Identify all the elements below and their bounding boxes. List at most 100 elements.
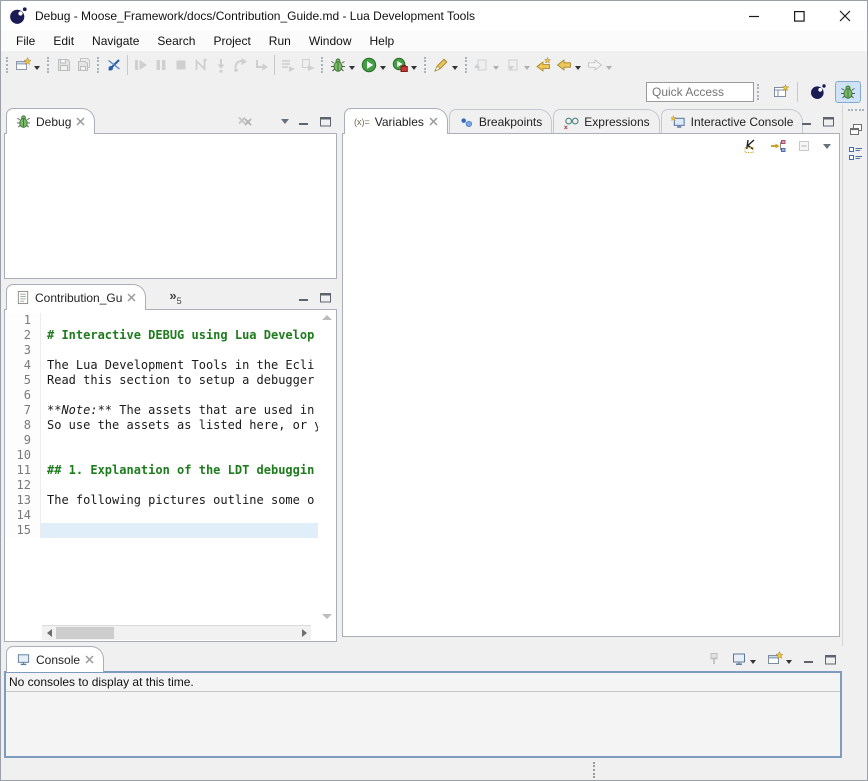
perspective-lua-button[interactable] <box>805 81 831 103</box>
view-menu-icon[interactable] <box>823 144 831 149</box>
terminate-button[interactable] <box>171 54 191 76</box>
line-number[interactable]: 8 <box>5 418 41 433</box>
trim-drag-handle[interactable] <box>848 109 864 111</box>
view-menu-icon[interactable] <box>281 119 289 124</box>
line-number[interactable]: 13 <box>5 493 41 508</box>
maximize-view-icon[interactable] <box>824 653 837 666</box>
save-all-button[interactable] <box>74 54 94 76</box>
close-icon[interactable] <box>429 117 438 126</box>
menu-item-navigate[interactable]: Navigate <box>83 32 148 50</box>
external-tools-button[interactable] <box>390 54 421 76</box>
line-number[interactable]: 9 <box>5 433 41 448</box>
toolbar-drag-handle[interactable] <box>97 57 101 73</box>
step-over-button[interactable] <box>231 54 251 76</box>
quick-access-input[interactable] <box>646 82 754 102</box>
minimize-view-icon[interactable] <box>801 115 813 127</box>
collapse-all-icon[interactable] <box>797 139 812 154</box>
editor-line[interactable]: 14 <box>5 508 318 523</box>
menu-item-edit[interactable]: Edit <box>44 32 83 50</box>
instruction-stepping-button[interactable] <box>298 54 318 76</box>
line-number[interactable]: 14 <box>5 508 41 523</box>
restore-view-button[interactable] <box>845 119 867 141</box>
save-button[interactable] <box>54 54 74 76</box>
skip-all-breakpoints-button[interactable] <box>104 54 124 76</box>
minimize-view-icon[interactable] <box>298 291 310 303</box>
toolbar-drag-handle[interactable] <box>321 57 325 73</box>
line-number[interactable]: 15 <box>5 523 41 538</box>
close-window-button[interactable] <box>822 2 867 31</box>
editor-line[interactable]: 2# Interactive DEBUG using Lua Develop <box>5 328 318 343</box>
menu-item-file[interactable]: File <box>7 32 44 50</box>
editor-line[interactable]: 7**Note:** The assets that are used in <box>5 403 318 418</box>
status-bar-drag-handle[interactable] <box>593 762 595 778</box>
maximize-view-icon[interactable] <box>822 115 835 128</box>
line-number[interactable]: 5 <box>5 373 41 388</box>
scrollbar-track[interactable] <box>56 626 297 640</box>
scroll-left-icon[interactable] <box>42 626 56 640</box>
display-selected-console-button[interactable] <box>731 648 758 670</box>
minimize-window-button[interactable] <box>732 2 777 31</box>
forward-button[interactable] <box>585 54 616 76</box>
editor-line[interactable]: 1 <box>5 313 318 328</box>
tab-variables[interactable]: (x)= Variables <box>344 108 448 134</box>
next-annotation-dropdown[interactable] <box>524 66 530 70</box>
external-tools-dropdown[interactable] <box>411 66 417 70</box>
mark-occurrences-button[interactable] <box>431 54 462 76</box>
line-number[interactable]: 11 <box>5 463 41 478</box>
minimize-view-icon[interactable] <box>298 115 310 127</box>
editor-line[interactable]: 3 <box>5 343 318 358</box>
tab-interactive-console[interactable]: Interactive Console <box>661 109 804 134</box>
tab-contribution-guide[interactable]: Contribution_Gu <box>6 284 146 310</box>
forward-dropdown[interactable] <box>606 66 612 70</box>
toolbar-drag-handle[interactable] <box>424 57 428 73</box>
close-icon[interactable] <box>85 655 94 664</box>
line-number[interactable]: 2 <box>5 328 41 343</box>
perspective-debug-button[interactable] <box>835 81 861 103</box>
toolbar-drag-handle[interactable] <box>6 57 10 73</box>
line-number[interactable]: 10 <box>5 448 41 463</box>
maximize-window-button[interactable] <box>777 2 822 31</box>
editor-line[interactable]: 15 <box>5 523 318 538</box>
use-step-filters-button[interactable] <box>278 54 298 76</box>
menu-item-search[interactable]: Search <box>148 32 204 50</box>
console-content[interactable]: No consoles to display at this time. <box>4 671 842 758</box>
remove-all-terminated-icon[interactable] <box>237 113 253 129</box>
editor-content[interactable]: 12# Interactive DEBUG using Lua Develop3… <box>4 309 337 642</box>
toolbar-drag-handle[interactable] <box>757 84 761 100</box>
outline-view-button[interactable] <box>845 143 867 165</box>
line-number[interactable]: 12 <box>5 478 41 493</box>
back-button[interactable] <box>554 54 585 76</box>
toolbar-drag-handle[interactable] <box>47 57 51 73</box>
suspend-button[interactable] <box>151 54 171 76</box>
close-icon[interactable] <box>127 293 136 302</box>
run-dropdown[interactable] <box>380 66 386 70</box>
show-logical-structure-icon[interactable] <box>770 138 786 154</box>
step-return-button[interactable] <box>251 54 271 76</box>
scrollbar-thumb[interactable] <box>56 627 114 639</box>
line-number[interactable]: 6 <box>5 388 41 403</box>
menu-item-window[interactable]: Window <box>300 32 361 50</box>
line-number[interactable]: 1 <box>5 313 41 328</box>
editor-line[interactable]: 5Read this section to setup a debugger <box>5 373 318 388</box>
new-wizard-button[interactable] <box>13 54 44 76</box>
debug-button[interactable] <box>328 54 359 76</box>
next-annotation-button[interactable] <box>503 54 534 76</box>
debug-dropdown[interactable] <box>349 66 355 70</box>
step-into-button[interactable] <box>211 54 231 76</box>
scroll-down-icon[interactable] <box>322 614 332 619</box>
open-perspective-button[interactable] <box>768 81 794 103</box>
previous-annotation-button[interactable] <box>472 54 503 76</box>
editor-line[interactable]: 4The Lua Development Tools in the Ecli <box>5 358 318 373</box>
menu-item-project[interactable]: Project <box>204 32 259 50</box>
show-type-names-icon[interactable] <box>743 138 759 154</box>
horizontal-scrollbar[interactable] <box>42 625 311 640</box>
scroll-right-icon[interactable] <box>297 626 311 640</box>
minimize-view-icon[interactable] <box>803 653 815 665</box>
scroll-up-icon[interactable] <box>322 315 332 320</box>
tab-breakpoints[interactable]: Breakpoints <box>449 109 552 134</box>
editor-line[interactable]: 13The following pictures outline some o <box>5 493 318 508</box>
disconnect-button[interactable] <box>191 54 211 76</box>
editor-line[interactable]: 6 <box>5 388 318 403</box>
maximize-view-icon[interactable] <box>319 291 332 304</box>
close-icon[interactable] <box>76 117 85 126</box>
